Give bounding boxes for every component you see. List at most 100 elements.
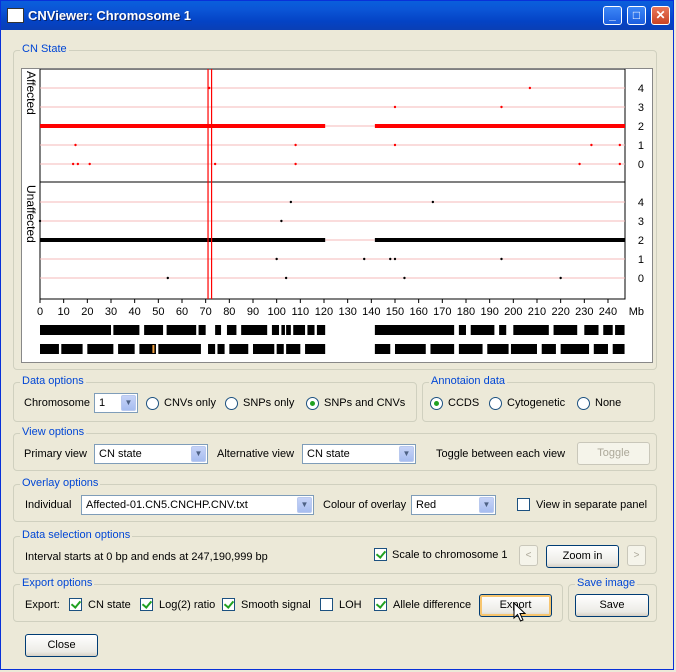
ccds-track-block: [510, 344, 537, 354]
none-radio[interactable]: [577, 397, 590, 410]
individual-value: Affected-01.CN5.CNCHP.CNV.txt: [86, 499, 248, 511]
cytogenetic-label[interactable]: Cytogenetic: [507, 397, 565, 409]
cnvs-only-radio[interactable]: [146, 397, 159, 410]
allele-difference-label[interactable]: Allele difference: [393, 599, 471, 611]
data-selection-legend: Data selection options: [20, 529, 133, 541]
title-bar[interactable]: CNViewer: Chromosome 1 _ □ ✕: [1, 1, 673, 30]
x-tick-label: 160: [409, 306, 427, 318]
toggle-text: Toggle between each view: [436, 448, 566, 460]
ccds-track-block: [252, 344, 275, 354]
individual-select[interactable]: Affected-01.CN5.CNCHP.CNV.txt ▼: [81, 495, 314, 515]
annotation-legend: Annotaion data: [429, 375, 508, 387]
cnvs-only-label[interactable]: CNVs only: [164, 397, 216, 409]
export-options-legend: Export options: [20, 577, 95, 589]
affected-y-tick: 1: [638, 140, 644, 152]
affected-point: [393, 143, 397, 147]
x-tick-label: 60: [176, 306, 188, 318]
snps-and-cnvs-label[interactable]: SNPs and CNVs: [324, 397, 405, 409]
ccds-track-block: [271, 325, 280, 335]
unaffected-point: [284, 276, 288, 280]
primary-view-select[interactable]: CN state ▼: [94, 444, 208, 464]
log2-ratio-checkbox[interactable]: [140, 598, 153, 611]
x-tick-label: 240: [599, 306, 617, 318]
x-tick-label: 0: [37, 306, 43, 318]
unaffected-point: [289, 200, 293, 204]
cn-state-plot[interactable]: 4 3 2 1 0 4 3 2 1 0 Affected Unaffected 0 10 20 30 40 50 6…: [21, 68, 653, 363]
x-tick-label: 40: [129, 306, 141, 318]
next-button[interactable]: >: [627, 545, 646, 566]
cytogenetic-radio[interactable]: [489, 397, 502, 410]
snps-only-label[interactable]: SNPs only: [243, 397, 294, 409]
chromosome-value: 1: [99, 397, 106, 409]
ccds-track-block: [458, 325, 466, 335]
chromosome-select[interactable]: 1 ▼: [94, 393, 138, 413]
colour-overlay-select[interactable]: Red ▼: [411, 495, 496, 515]
chevron-down-icon: ▼: [297, 497, 312, 513]
minimize-button[interactable]: _: [603, 6, 622, 25]
none-label[interactable]: None: [595, 397, 621, 409]
affected-point: [88, 162, 91, 166]
close-icon: ✕: [655, 8, 666, 22]
ccds-track-block: [615, 325, 625, 335]
data-options-legend: Data options: [20, 375, 86, 387]
affected-point: [294, 143, 297, 147]
toggle-button[interactable]: Toggle: [577, 442, 650, 465]
allele-difference-checkbox[interactable]: [374, 598, 387, 611]
loh-checkbox[interactable]: [320, 598, 333, 611]
affected-point: [71, 162, 75, 166]
snps-and-cnvs-radio[interactable]: [306, 397, 319, 410]
ccds-track-block: [612, 344, 625, 354]
app-icon: [7, 8, 24, 23]
save-button[interactable]: Save: [575, 594, 649, 617]
cn-state-checkbox[interactable]: [69, 598, 82, 611]
scale-chromosome-label[interactable]: Scale to chromosome 1: [392, 549, 508, 561]
x-tick-label: 210: [528, 306, 546, 318]
snps-only-radio[interactable]: [225, 397, 238, 410]
affected-y-tick: 3: [638, 102, 644, 114]
x-tick-label: 50: [152, 306, 164, 318]
ccds-track-block: [593, 344, 608, 354]
affected-label: Affected: [24, 71, 38, 115]
maximize-button[interactable]: □: [627, 6, 646, 25]
ccds-track-block: [458, 344, 483, 354]
previous-button[interactable]: <: [519, 545, 538, 566]
ccds-track-block: [305, 344, 326, 354]
smooth-signal-label[interactable]: Smooth signal: [241, 599, 311, 611]
smooth-signal-checkbox[interactable]: [222, 598, 235, 611]
ccds-label[interactable]: CCDS: [448, 397, 479, 409]
separate-panel-label[interactable]: View in separate panel: [536, 499, 647, 511]
unaffected-y-tick: 1: [638, 254, 644, 266]
chevron-down-icon: ▼: [191, 446, 206, 462]
cnviewer-window: CNViewer: Chromosome 1 _ □ ✕ CN State 4 3…: [0, 0, 674, 670]
cn-state-check-label[interactable]: CN state: [88, 599, 131, 611]
loh-label[interactable]: LOH: [339, 599, 362, 611]
unaffected-point: [403, 276, 406, 280]
ccds-track-block: [603, 325, 613, 335]
zoom-in-button[interactable]: Zoom in: [546, 545, 619, 568]
unaffected-y-tick: 3: [638, 216, 644, 228]
ccds-track-block: [553, 325, 578, 335]
ccds-track-block: [226, 325, 237, 335]
scale-chromosome-checkbox[interactable]: [374, 548, 387, 561]
log2-ratio-label[interactable]: Log(2) ratio: [159, 599, 215, 611]
x-tick-label: 230: [575, 306, 593, 318]
separate-panel-checkbox[interactable]: [517, 498, 530, 511]
ccds-track-block: [241, 325, 268, 335]
unaffected-y-tick: 0: [638, 273, 644, 285]
unaffected-point: [559, 276, 562, 280]
ccds-track-block: [87, 344, 114, 354]
close-button[interactable]: Close: [25, 634, 98, 657]
ccds-track-block: [281, 325, 285, 335]
ccds-track-block: [513, 325, 549, 335]
unaffected-point: [38, 219, 42, 223]
close-window-button[interactable]: ✕: [651, 6, 670, 25]
x-tick-label: 120: [315, 306, 333, 318]
alternative-view-select[interactable]: CN state ▼: [302, 444, 416, 464]
unaffected-point: [363, 257, 366, 261]
affected-point: [393, 105, 397, 109]
ccds-track-block: [307, 325, 315, 335]
x-tick-label: 170: [433, 306, 451, 318]
ccds-track-block: [158, 344, 201, 354]
ccds-radio[interactable]: [430, 397, 443, 410]
overlay-options-legend: Overlay options: [20, 477, 101, 489]
